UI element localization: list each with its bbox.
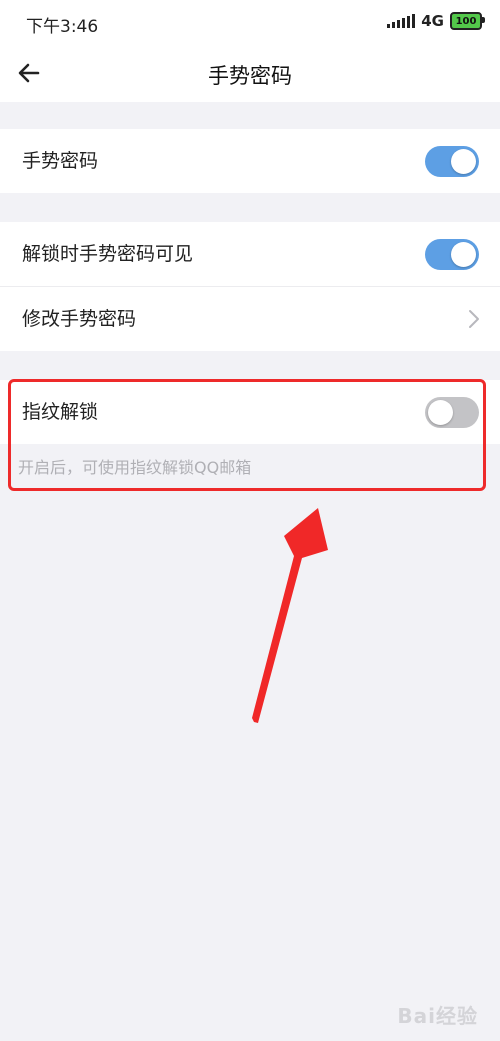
chevron-right-icon [469, 310, 479, 328]
status-time: 下午3:46 [26, 17, 99, 37]
toggle-knob [451, 149, 476, 174]
battery-icon: 100 [450, 12, 485, 30]
annotation-arrow-icon [252, 508, 328, 723]
setting-label: 解锁时手势密码可见 [22, 243, 194, 265]
signal-icon [387, 14, 416, 28]
setting-row-visible-when-unlocking: 解锁时手势密码可见 [0, 222, 500, 286]
setting-row-change-gesture-password[interactable]: 修改手势密码 [0, 287, 500, 351]
toggle-knob [451, 242, 476, 267]
network-type: 4G [421, 12, 444, 30]
setting-label: 修改手势密码 [22, 308, 137, 330]
setting-label: 手势密码 [22, 150, 99, 172]
status-indicators: 4G 100 [387, 12, 485, 30]
gesture-password-toggle[interactable] [425, 146, 479, 177]
annotation-highlight-box [8, 379, 486, 491]
visible-when-unlocking-toggle[interactable] [425, 239, 479, 270]
watermark: Bai经验 [397, 1004, 478, 1028]
setting-row-gesture-password: 手势密码 [0, 129, 500, 193]
navigation-bar: 手势密码 [0, 44, 500, 102]
status-bar: 下午3:46 4G 100 [0, 0, 500, 44]
battery-level: 100 [455, 15, 477, 27]
page-title: 手势密码 [208, 64, 292, 88]
